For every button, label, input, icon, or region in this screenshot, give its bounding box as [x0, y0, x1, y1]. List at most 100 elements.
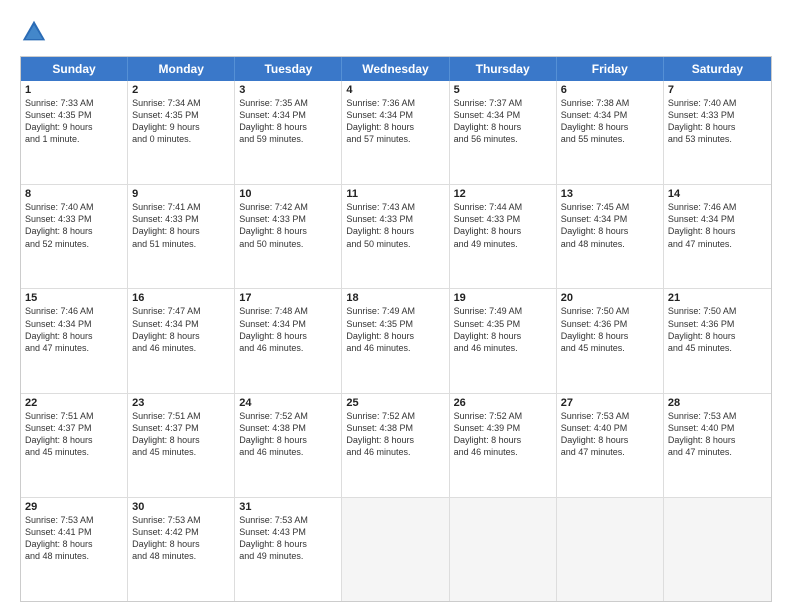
cell-text: Sunrise: 7:48 AMSunset: 4:34 PMDaylight:…	[239, 305, 337, 354]
day-number: 15	[25, 292, 123, 304]
day-number: 3	[239, 84, 337, 96]
calendar-cell: 22Sunrise: 7:51 AMSunset: 4:37 PMDayligh…	[21, 394, 128, 497]
day-number: 17	[239, 292, 337, 304]
cell-text: Sunrise: 7:33 AMSunset: 4:35 PMDaylight:…	[25, 97, 123, 146]
calendar-cell: 1Sunrise: 7:33 AMSunset: 4:35 PMDaylight…	[21, 81, 128, 184]
day-number: 7	[668, 84, 767, 96]
calendar-cell: 8Sunrise: 7:40 AMSunset: 4:33 PMDaylight…	[21, 185, 128, 288]
calendar-cell: 14Sunrise: 7:46 AMSunset: 4:34 PMDayligh…	[664, 185, 771, 288]
calendar-cell: 15Sunrise: 7:46 AMSunset: 4:34 PMDayligh…	[21, 289, 128, 392]
day-number: 20	[561, 292, 659, 304]
calendar: SundayMondayTuesdayWednesdayThursdayFrid…	[20, 56, 772, 602]
calendar-header-tuesday: Tuesday	[235, 57, 342, 81]
calendar-cell: 28Sunrise: 7:53 AMSunset: 4:40 PMDayligh…	[664, 394, 771, 497]
day-number: 25	[346, 397, 444, 409]
calendar-cell: 5Sunrise: 7:37 AMSunset: 4:34 PMDaylight…	[450, 81, 557, 184]
day-number: 31	[239, 501, 337, 513]
day-number: 30	[132, 501, 230, 513]
cell-text: Sunrise: 7:35 AMSunset: 4:34 PMDaylight:…	[239, 97, 337, 146]
cell-text: Sunrise: 7:43 AMSunset: 4:33 PMDaylight:…	[346, 201, 444, 250]
cell-text: Sunrise: 7:53 AMSunset: 4:40 PMDaylight:…	[561, 410, 659, 459]
day-number: 13	[561, 188, 659, 200]
calendar-cell: 9Sunrise: 7:41 AMSunset: 4:33 PMDaylight…	[128, 185, 235, 288]
day-number: 19	[454, 292, 552, 304]
day-number: 10	[239, 188, 337, 200]
calendar-cell: 3Sunrise: 7:35 AMSunset: 4:34 PMDaylight…	[235, 81, 342, 184]
calendar-row-4: 22Sunrise: 7:51 AMSunset: 4:37 PMDayligh…	[21, 394, 771, 498]
day-number: 6	[561, 84, 659, 96]
day-number: 2	[132, 84, 230, 96]
cell-text: Sunrise: 7:44 AMSunset: 4:33 PMDaylight:…	[454, 201, 552, 250]
calendar-cell: 31Sunrise: 7:53 AMSunset: 4:43 PMDayligh…	[235, 498, 342, 601]
calendar-header-wednesday: Wednesday	[342, 57, 449, 81]
day-number: 23	[132, 397, 230, 409]
calendar-cell: 25Sunrise: 7:52 AMSunset: 4:38 PMDayligh…	[342, 394, 449, 497]
cell-text: Sunrise: 7:47 AMSunset: 4:34 PMDaylight:…	[132, 305, 230, 354]
day-number: 12	[454, 188, 552, 200]
calendar-cell: 19Sunrise: 7:49 AMSunset: 4:35 PMDayligh…	[450, 289, 557, 392]
calendar-cell: 21Sunrise: 7:50 AMSunset: 4:36 PMDayligh…	[664, 289, 771, 392]
cell-text: Sunrise: 7:34 AMSunset: 4:35 PMDaylight:…	[132, 97, 230, 146]
calendar-body: 1Sunrise: 7:33 AMSunset: 4:35 PMDaylight…	[21, 81, 771, 601]
calendar-cell: 18Sunrise: 7:49 AMSunset: 4:35 PMDayligh…	[342, 289, 449, 392]
calendar-cell	[664, 498, 771, 601]
calendar-row-2: 8Sunrise: 7:40 AMSunset: 4:33 PMDaylight…	[21, 185, 771, 289]
calendar-cell: 24Sunrise: 7:52 AMSunset: 4:38 PMDayligh…	[235, 394, 342, 497]
cell-text: Sunrise: 7:37 AMSunset: 4:34 PMDaylight:…	[454, 97, 552, 146]
header	[20, 18, 772, 46]
cell-text: Sunrise: 7:45 AMSunset: 4:34 PMDaylight:…	[561, 201, 659, 250]
calendar-cell: 11Sunrise: 7:43 AMSunset: 4:33 PMDayligh…	[342, 185, 449, 288]
calendar-row-5: 29Sunrise: 7:53 AMSunset: 4:41 PMDayligh…	[21, 498, 771, 601]
calendar-header-friday: Friday	[557, 57, 664, 81]
cell-text: Sunrise: 7:36 AMSunset: 4:34 PMDaylight:…	[346, 97, 444, 146]
cell-text: Sunrise: 7:49 AMSunset: 4:35 PMDaylight:…	[454, 305, 552, 354]
calendar-cell: 17Sunrise: 7:48 AMSunset: 4:34 PMDayligh…	[235, 289, 342, 392]
day-number: 9	[132, 188, 230, 200]
calendar-header-sunday: Sunday	[21, 57, 128, 81]
cell-text: Sunrise: 7:46 AMSunset: 4:34 PMDaylight:…	[25, 305, 123, 354]
day-number: 4	[346, 84, 444, 96]
page: SundayMondayTuesdayWednesdayThursdayFrid…	[0, 0, 792, 612]
day-number: 27	[561, 397, 659, 409]
day-number: 18	[346, 292, 444, 304]
day-number: 28	[668, 397, 767, 409]
calendar-cell: 2Sunrise: 7:34 AMSunset: 4:35 PMDaylight…	[128, 81, 235, 184]
cell-text: Sunrise: 7:50 AMSunset: 4:36 PMDaylight:…	[561, 305, 659, 354]
calendar-header-saturday: Saturday	[664, 57, 771, 81]
calendar-header-thursday: Thursday	[450, 57, 557, 81]
calendar-cell: 7Sunrise: 7:40 AMSunset: 4:33 PMDaylight…	[664, 81, 771, 184]
calendar-cell: 4Sunrise: 7:36 AMSunset: 4:34 PMDaylight…	[342, 81, 449, 184]
cell-text: Sunrise: 7:41 AMSunset: 4:33 PMDaylight:…	[132, 201, 230, 250]
day-number: 24	[239, 397, 337, 409]
cell-text: Sunrise: 7:38 AMSunset: 4:34 PMDaylight:…	[561, 97, 659, 146]
day-number: 1	[25, 84, 123, 96]
day-number: 26	[454, 397, 552, 409]
calendar-cell: 20Sunrise: 7:50 AMSunset: 4:36 PMDayligh…	[557, 289, 664, 392]
cell-text: Sunrise: 7:40 AMSunset: 4:33 PMDaylight:…	[668, 97, 767, 146]
day-number: 29	[25, 501, 123, 513]
cell-text: Sunrise: 7:49 AMSunset: 4:35 PMDaylight:…	[346, 305, 444, 354]
cell-text: Sunrise: 7:51 AMSunset: 4:37 PMDaylight:…	[132, 410, 230, 459]
calendar-header: SundayMondayTuesdayWednesdayThursdayFrid…	[21, 57, 771, 81]
calendar-cell	[450, 498, 557, 601]
cell-text: Sunrise: 7:40 AMSunset: 4:33 PMDaylight:…	[25, 201, 123, 250]
calendar-cell: 10Sunrise: 7:42 AMSunset: 4:33 PMDayligh…	[235, 185, 342, 288]
logo	[20, 18, 52, 46]
day-number: 5	[454, 84, 552, 96]
calendar-cell: 13Sunrise: 7:45 AMSunset: 4:34 PMDayligh…	[557, 185, 664, 288]
calendar-cell: 16Sunrise: 7:47 AMSunset: 4:34 PMDayligh…	[128, 289, 235, 392]
calendar-cell	[557, 498, 664, 601]
calendar-cell: 27Sunrise: 7:53 AMSunset: 4:40 PMDayligh…	[557, 394, 664, 497]
calendar-cell: 30Sunrise: 7:53 AMSunset: 4:42 PMDayligh…	[128, 498, 235, 601]
day-number: 8	[25, 188, 123, 200]
calendar-cell: 29Sunrise: 7:53 AMSunset: 4:41 PMDayligh…	[21, 498, 128, 601]
cell-text: Sunrise: 7:52 AMSunset: 4:38 PMDaylight:…	[346, 410, 444, 459]
day-number: 14	[668, 188, 767, 200]
cell-text: Sunrise: 7:53 AMSunset: 4:41 PMDaylight:…	[25, 514, 123, 563]
calendar-cell: 26Sunrise: 7:52 AMSunset: 4:39 PMDayligh…	[450, 394, 557, 497]
logo-icon	[20, 18, 48, 46]
cell-text: Sunrise: 7:50 AMSunset: 4:36 PMDaylight:…	[668, 305, 767, 354]
calendar-header-monday: Monday	[128, 57, 235, 81]
cell-text: Sunrise: 7:53 AMSunset: 4:43 PMDaylight:…	[239, 514, 337, 563]
cell-text: Sunrise: 7:46 AMSunset: 4:34 PMDaylight:…	[668, 201, 767, 250]
